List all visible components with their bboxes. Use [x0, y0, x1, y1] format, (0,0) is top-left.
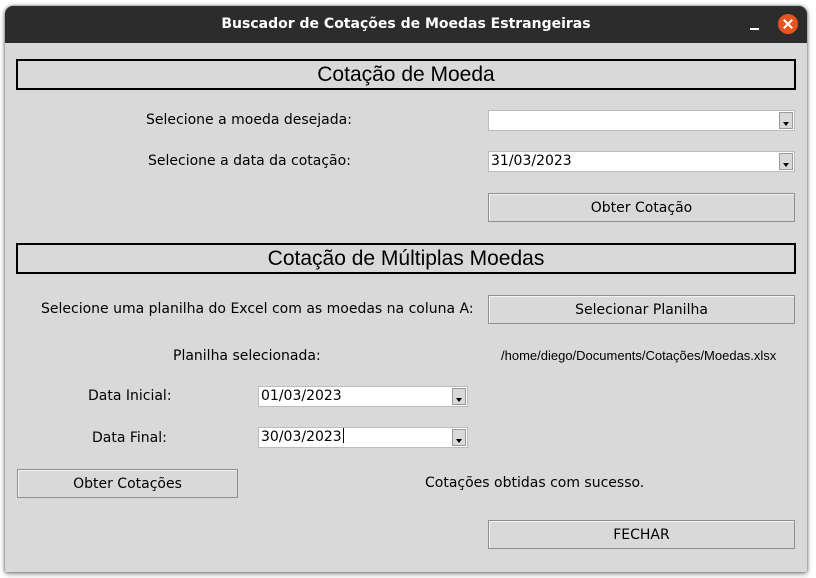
end-date-text: 30/03/2023 — [261, 429, 342, 445]
end-date-value: 30/03/2023 — [261, 428, 344, 447]
chevron-down-icon[interactable] — [452, 429, 466, 446]
section-header-multi: Cotação de Múltiplas Moedas — [16, 243, 796, 274]
get-quote-button[interactable]: Obter Cotação — [488, 193, 795, 222]
start-date-label: Data Inicial: — [88, 388, 172, 404]
chevron-down-icon[interactable] — [452, 388, 466, 405]
end-date-label: Data Final: — [92, 430, 167, 446]
window-title: Buscador de Cotações de Moedas Estrangei… — [221, 16, 591, 32]
start-date-select[interactable]: 01/03/2023 — [258, 386, 468, 407]
app-window: Buscador de Cotações de Moedas Estrangei… — [5, 6, 807, 572]
section-header-single: Cotação de Moeda — [16, 59, 796, 90]
chevron-down-icon[interactable] — [779, 153, 793, 170]
minimize-icon[interactable] — [746, 16, 764, 34]
date-select[interactable]: 31/03/2023 — [488, 151, 795, 172]
spreadsheet-prompt-label: Selecione uma planilha do Excel com as m… — [41, 301, 474, 317]
close-button[interactable]: FECHAR — [488, 520, 795, 549]
date-select-value: 31/03/2023 — [491, 153, 572, 169]
select-spreadsheet-button[interactable]: Selecionar Planilha — [488, 295, 795, 324]
text-cursor — [342, 428, 344, 443]
selected-spreadsheet-path: /home/diego/Documents/Cotações/Moedas.xl… — [501, 348, 777, 363]
chevron-down-icon[interactable] — [779, 112, 793, 129]
status-message: Cotações obtidas com sucesso. — [425, 475, 645, 491]
get-quotes-button[interactable]: Obter Cotações — [17, 469, 238, 498]
end-date-select[interactable]: 30/03/2023 — [258, 427, 468, 448]
currency-select[interactable] — [488, 110, 795, 131]
title-bar[interactable]: Buscador de Cotações de Moedas Estrangei… — [5, 6, 807, 43]
start-date-value: 01/03/2023 — [261, 388, 342, 404]
selected-spreadsheet-label: Planilha selecionada: — [173, 348, 321, 364]
date-label: Selecione a data da cotação: — [148, 153, 351, 169]
close-icon[interactable] — [778, 14, 798, 34]
currency-label: Selecione a moeda desejada: — [146, 112, 352, 128]
main-content: Cotação de Moeda Selecione a moeda desej… — [5, 43, 807, 572]
